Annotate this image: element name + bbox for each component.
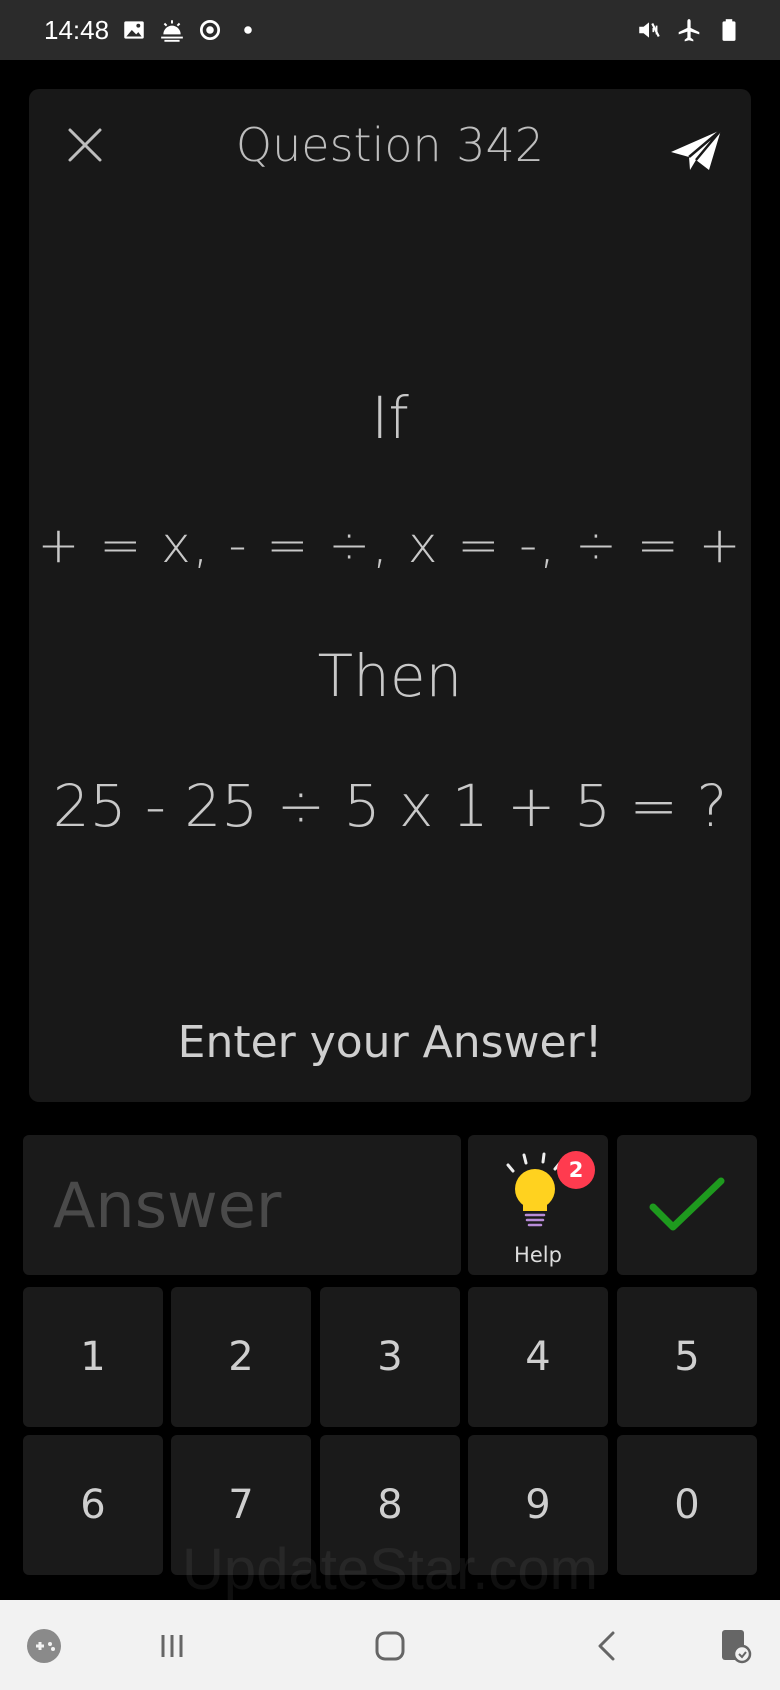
back-button[interactable] <box>584 1622 632 1670</box>
home-icon <box>375 1631 405 1661</box>
game-launcher-button[interactable] <box>20 1622 68 1670</box>
question-card <box>29 89 751 1102</box>
answer-input[interactable] <box>53 1168 453 1242</box>
help-button[interactable]: 2 Help <box>468 1135 608 1275</box>
dot-icon <box>235 17 261 43</box>
keypad-key-4[interactable]: 4 <box>468 1287 608 1427</box>
gallery-icon <box>121 17 147 43</box>
answer-prompt: Enter your Answer! <box>177 1017 603 1068</box>
question-line-if: If <box>371 384 409 452</box>
mute-vibrate-icon <box>636 17 662 43</box>
help-label: Help <box>514 1243 562 1267</box>
checkmark-icon <box>649 1177 725 1231</box>
question-line-equation: 25 - 25 ÷ 5 x 1 + 5 = ? <box>52 772 728 840</box>
airplane-mode-icon <box>676 17 702 43</box>
battery-icon <box>716 17 742 43</box>
keypad-key-2[interactable]: 2 <box>171 1287 311 1427</box>
paper-plane-icon <box>671 129 722 170</box>
home-button[interactable] <box>366 1622 414 1670</box>
answer-field-container <box>23 1135 461 1275</box>
screen-touch-icon <box>722 1630 752 1664</box>
back-icon <box>598 1631 615 1661</box>
status-bar: 14:48 <box>0 0 780 60</box>
watermark: UpdateStar.com <box>182 1537 598 1602</box>
game-launcher-icon <box>27 1629 61 1663</box>
navigation-bar <box>0 1600 780 1690</box>
recent-apps-icon <box>161 1635 183 1657</box>
screen-touch-button[interactable] <box>712 1622 760 1670</box>
status-time: 14:48 <box>44 14 110 45</box>
keypad-key-1[interactable]: 1 <box>23 1287 163 1427</box>
help-count-badge: 2 <box>557 1151 595 1189</box>
recent-apps-button[interactable] <box>148 1622 196 1670</box>
question-line-rules: + = x, - = ÷, x = -, ÷ = + <box>37 516 743 574</box>
share-button[interactable] <box>668 126 724 176</box>
question-line-then: Then <box>317 642 463 710</box>
sync-icon <box>197 17 223 43</box>
submit-answer-button[interactable] <box>617 1135 757 1275</box>
keypad-key-5[interactable]: 5 <box>617 1287 757 1427</box>
keypad-key-3[interactable]: 3 <box>320 1287 460 1427</box>
page-title: Question 342 <box>235 118 545 172</box>
weather-icon <box>159 17 185 43</box>
